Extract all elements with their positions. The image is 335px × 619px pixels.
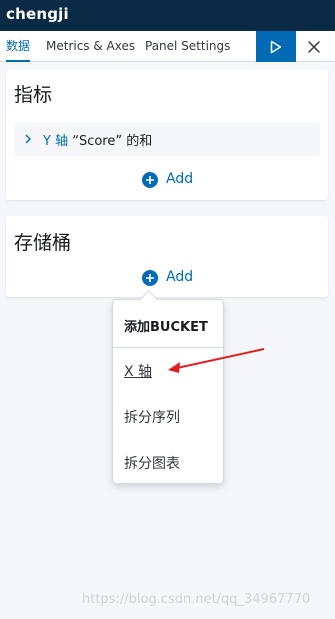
annotation-arrow — [168, 348, 265, 373]
watermark: https://blog.csdn.net/qq_34967770 — [82, 592, 311, 607]
